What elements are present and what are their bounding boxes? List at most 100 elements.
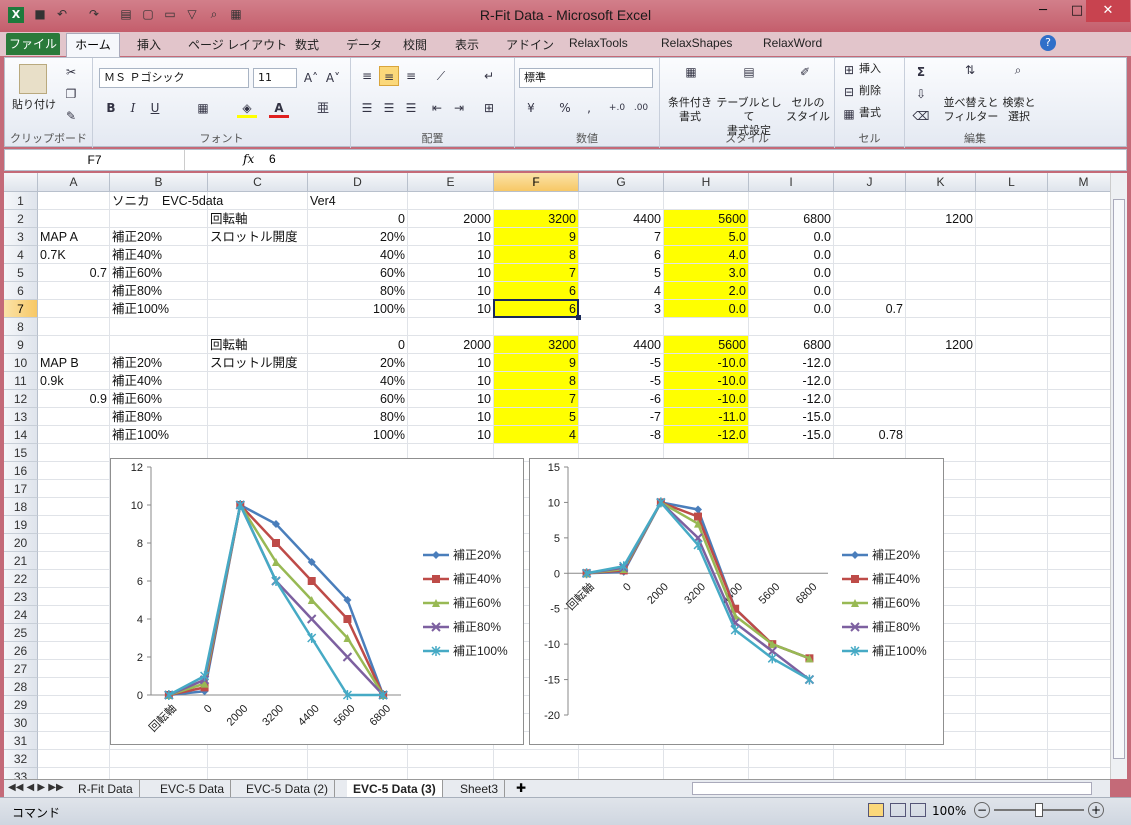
cell-j14[interactable]: 0.78 — [834, 426, 905, 444]
cell-c3[interactable]: スロットル開度 — [208, 228, 307, 246]
row-header-26[interactable]: 26 — [4, 642, 38, 660]
insert-button[interactable]: 挿入 — [859, 62, 881, 76]
cell-g5[interactable]: 5 — [579, 264, 663, 282]
font-color-button[interactable]: A — [269, 98, 289, 118]
row-header-27[interactable]: 27 — [4, 660, 38, 678]
tab-insert[interactable]: 挿入 — [137, 36, 161, 53]
cell-e4[interactable]: 10 — [408, 246, 493, 264]
cell-g13[interactable]: -7 — [579, 408, 663, 426]
cell-styles-button[interactable]: セルの スタイル — [782, 96, 834, 124]
row-header-6[interactable]: 6 — [4, 282, 38, 300]
align-bottom-icon[interactable]: ≡ — [401, 66, 421, 86]
cell-d4[interactable]: 40% — [308, 246, 407, 264]
cell-i12[interactable]: -12.0 — [749, 390, 833, 408]
cell-i6[interactable]: 0.0 — [749, 282, 833, 300]
row-header-9[interactable]: 9 — [4, 336, 38, 354]
cell-b3[interactable]: 補正20% — [110, 228, 207, 246]
row-header-30[interactable]: 30 — [4, 714, 38, 732]
row-header-2[interactable]: 2 — [4, 210, 38, 228]
row-header-4[interactable]: 4 — [4, 246, 38, 264]
orientation-icon[interactable]: ⟋ — [431, 66, 451, 86]
row-header-33[interactable]: 33 — [4, 768, 38, 779]
cell-d13[interactable]: 80% — [308, 408, 407, 426]
grow-font-icon[interactable]: A˄ — [301, 68, 321, 88]
row-header-18[interactable]: 18 — [4, 498, 38, 516]
column-header-f[interactable]: F — [494, 173, 579, 192]
cell-b5[interactable]: 補正60% — [110, 264, 207, 282]
cell-e7[interactable]: 10 — [408, 300, 493, 318]
cell-d10[interactable]: 20% — [308, 354, 407, 372]
row-header-20[interactable]: 20 — [4, 534, 38, 552]
cell-j7[interactable]: 0.7 — [834, 300, 905, 318]
autosum-button[interactable]: Σ — [911, 62, 931, 82]
phonetic-icon[interactable]: 亜 — [313, 98, 333, 118]
line-chart-1[interactable]: 0 2 4 6 8 10 12 回転軸 0 2000 3200 4400 5600 6800 補正20% 補正… — [110, 458, 524, 745]
cell-b12[interactable]: 補正60% — [110, 390, 207, 408]
column-header-i[interactable]: I — [749, 173, 834, 192]
cell-d6[interactable]: 80% — [308, 282, 407, 300]
column-header-m[interactable]: M — [1048, 173, 1110, 192]
cell-f14[interactable]: 4 — [494, 426, 578, 444]
row-header-10[interactable]: 10 — [4, 354, 38, 372]
row-header-3[interactable]: 3 — [4, 228, 38, 246]
sheet-tab[interactable]: R-Fit Data — [72, 780, 140, 798]
cell-f6[interactable]: 6 — [494, 282, 578, 300]
row-header-21[interactable]: 21 — [4, 552, 38, 570]
clear-icon[interactable]: ⌫ — [911, 106, 931, 126]
italic-button[interactable]: I — [123, 98, 143, 118]
cell-h9[interactable]: 5600 — [664, 336, 748, 354]
tab-review[interactable]: 校閲 — [403, 36, 427, 53]
tab-relaxword[interactable]: RelaxWord — [763, 36, 822, 50]
number-format-select[interactable]: 標準 — [519, 68, 653, 88]
column-header-j[interactable]: J — [834, 173, 906, 192]
sheet-tab[interactable]: Sheet3 — [454, 780, 506, 798]
formula-input[interactable]: 6 — [269, 152, 276, 166]
row-header-5[interactable]: 5 — [4, 264, 38, 282]
cell-f12[interactable]: 7 — [494, 390, 578, 408]
active-cell-border[interactable] — [493, 299, 579, 318]
column-header-a[interactable]: A — [38, 173, 110, 192]
cell-d9[interactable]: 0 — [308, 336, 407, 354]
cell-d5[interactable]: 60% — [308, 264, 407, 282]
normal-view-icon[interactable] — [868, 803, 884, 817]
cell-h13[interactable]: -11.0 — [664, 408, 748, 426]
horizontal-scrollbar[interactable] — [692, 782, 1092, 795]
row-header-19[interactable]: 19 — [4, 516, 38, 534]
tab-relaxshapes[interactable]: RelaxShapes — [661, 36, 732, 50]
page-break-icon[interactable] — [910, 803, 926, 817]
cell-b14[interactable]: 補正100% — [110, 426, 207, 444]
indent-decrease-icon[interactable]: ⇤ — [427, 98, 447, 118]
sort-filter-button[interactable]: 並べ替えと フィルター — [941, 96, 1001, 124]
row-header-16[interactable]: 16 — [4, 462, 38, 480]
scroll-thumb[interactable] — [1113, 199, 1125, 759]
format-table-icon[interactable]: ▤ — [736, 62, 762, 90]
column-header-e[interactable]: E — [408, 173, 494, 192]
cell-i3[interactable]: 0.0 — [749, 228, 833, 246]
column-header-l[interactable]: L — [976, 173, 1048, 192]
underline-button[interactable]: U — [145, 98, 165, 118]
cell-b7[interactable]: 補正100% — [110, 300, 207, 318]
cell-d2[interactable]: 0 — [308, 210, 407, 228]
tab-home[interactable]: ホーム — [66, 33, 120, 57]
cell-f2[interactable]: 3200 — [494, 210, 578, 228]
cell-i13[interactable]: -15.0 — [749, 408, 833, 426]
align-left-icon[interactable]: ☰ — [357, 98, 377, 118]
cell-i14[interactable]: -15.0 — [749, 426, 833, 444]
cell-h14[interactable]: -12.0 — [664, 426, 748, 444]
cell-g2[interactable]: 4400 — [579, 210, 663, 228]
align-right-icon[interactable]: ☰ — [401, 98, 421, 118]
wrap-text-icon[interactable]: ↵ — [479, 66, 499, 86]
zoom-level[interactable]: 100% — [932, 804, 966, 818]
fill-icon[interactable]: ⇩ — [911, 84, 931, 104]
cell-f5[interactable]: 7 — [494, 264, 578, 282]
zoom-out-icon[interactable]: − — [974, 802, 990, 818]
font-size-select[interactable]: 11 — [253, 68, 297, 88]
line-chart-2[interactable]: -20 -15 -10 -5 0 5 10 15 回転軸 0 2000 3200 4400 5600 680… — [529, 458, 944, 745]
cell-h6[interactable]: 2.0 — [664, 282, 748, 300]
row-header-31[interactable]: 31 — [4, 732, 38, 750]
cell-a3[interactable]: MAP A — [38, 228, 109, 246]
cell-h3[interactable]: 5.0 — [664, 228, 748, 246]
cell-g7[interactable]: 3 — [579, 300, 663, 318]
cell-i10[interactable]: -12.0 — [749, 354, 833, 372]
conditional-format-icon[interactable]: ▦ — [678, 62, 704, 90]
